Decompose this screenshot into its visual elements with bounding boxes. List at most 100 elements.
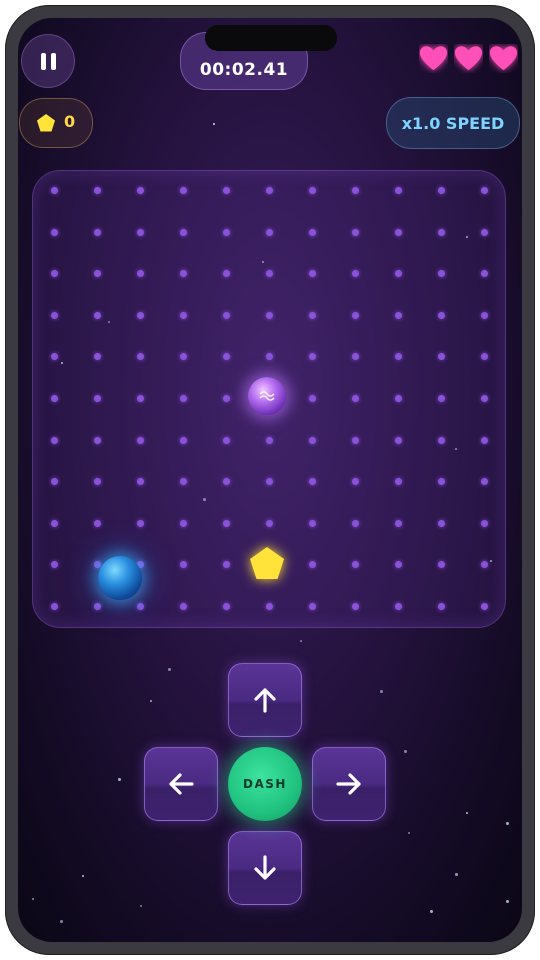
gem-counter: 0: [19, 98, 93, 148]
board-cell-dot: [51, 603, 58, 610]
board-cell-dot: [309, 311, 316, 319]
board-cell-dot: [481, 187, 488, 194]
board-cell-dot: [51, 311, 58, 319]
star: [404, 750, 407, 753]
board-cell-dot: [223, 187, 230, 194]
board-cell-dot: [395, 478, 402, 486]
board-cell-dot: [266, 270, 273, 278]
board-cell-dot: [309, 395, 316, 402]
star: [32, 898, 34, 900]
board-cell-dot: [309, 603, 316, 610]
board-cell-dot: [395, 270, 402, 278]
timer-value: 00:02.41: [199, 60, 289, 80]
board-cell-dot: [180, 395, 187, 402]
board-cell-dot: [309, 187, 316, 194]
board-cell-dot: [352, 436, 359, 444]
pause-icon: [40, 52, 46, 70]
pause-icon-bar: [50, 52, 56, 70]
heart-icon: [489, 46, 518, 71]
board-cell-dot: [137, 187, 144, 194]
board-cell-dot: [395, 519, 402, 527]
board-cell-dot: [180, 311, 187, 319]
board-cell-dot: [438, 228, 445, 236]
speed-indicator: x1.0 SPEED: [386, 97, 520, 149]
down-button[interactable]: [228, 831, 302, 905]
board-cell-dot: [51, 519, 58, 527]
left-button[interactable]: [144, 747, 218, 821]
board-cell-dot: [266, 436, 273, 444]
board-cell-dot: [51, 228, 58, 236]
board-cell-dot: [309, 519, 316, 527]
board-cell-dot: [481, 270, 488, 278]
board-cell-dot: [180, 603, 187, 610]
board-cell-dot: [51, 436, 58, 444]
board-cell-dot: [180, 561, 187, 569]
up-arrow-icon: [254, 688, 276, 713]
board-cell-dot: [223, 436, 230, 444]
board-cell-dot: [94, 519, 101, 527]
right-button[interactable]: [312, 747, 386, 821]
board-cell-dot: [180, 187, 187, 194]
board-cell-dot: [395, 187, 402, 194]
board-cell-dot: [481, 311, 488, 319]
enemy-orb: [248, 377, 286, 415]
gem-count: 0: [64, 112, 76, 131]
board-cell-dot: [180, 478, 187, 486]
board-cell-dot: [180, 228, 187, 236]
board-cell-dot: [94, 311, 101, 319]
up-button[interactable]: [228, 663, 302, 737]
board-cell-dot: [438, 395, 445, 402]
board-cell-dot: [481, 603, 488, 610]
board-cell-dot: [481, 478, 488, 486]
board-cell-dot: [438, 603, 445, 610]
board-cell-dot: [137, 436, 144, 444]
board-cell-dot: [223, 395, 230, 402]
board-cell-dot: [309, 478, 316, 486]
board-cell-dot: [481, 353, 488, 361]
board-cell-dot: [180, 353, 187, 361]
board-cell-dot: [137, 311, 144, 319]
pause-button[interactable]: [21, 34, 75, 88]
board-cell-dot: [481, 228, 488, 236]
player-ball: [98, 556, 142, 600]
board-cell-dot: [51, 187, 58, 194]
board-cell-dot: [223, 353, 230, 361]
board-cell-dot: [94, 270, 101, 278]
board-cell-dot: [395, 228, 402, 236]
heart-icon: [454, 46, 483, 71]
board-cell-dot: [395, 436, 402, 444]
star: [455, 873, 458, 876]
board-cell-dot: [223, 478, 230, 486]
board-cell-dot: [94, 436, 101, 444]
dash-button[interactable]: DASH: [228, 747, 302, 821]
gem-pickup: [250, 547, 284, 579]
dash-label: DASH: [243, 777, 287, 791]
board-cell-dot: [94, 187, 101, 194]
board-cell-dot: [395, 561, 402, 569]
star: [118, 778, 121, 781]
board-cell-dot: [137, 519, 144, 527]
board-cell-dot: [352, 187, 359, 194]
board-cell-dot: [309, 228, 316, 236]
board-cell-dot: [438, 270, 445, 278]
board-cell-dot: [137, 478, 144, 486]
board-cell-dot: [223, 519, 230, 527]
board-cell-dot: [94, 478, 101, 486]
board-cell-dot: [51, 478, 58, 486]
board-cell-dot: [137, 228, 144, 236]
board-cell-dot: [352, 603, 359, 610]
board-cell-dot: [352, 270, 359, 278]
board-cell-dot: [438, 311, 445, 319]
star: [506, 900, 509, 903]
board-cell-dot: [223, 603, 230, 610]
board-cell-dot: [51, 353, 58, 361]
star: [82, 875, 84, 877]
star: [168, 668, 171, 671]
board-cell-dot: [438, 436, 445, 444]
board-cell-dot: [51, 395, 58, 402]
board-cell-dot: [352, 561, 359, 569]
board-cell-dot: [180, 436, 187, 444]
board-cell-dot: [352, 395, 359, 402]
board-cell-dot: [266, 228, 273, 236]
board-cell-dot: [438, 561, 445, 569]
